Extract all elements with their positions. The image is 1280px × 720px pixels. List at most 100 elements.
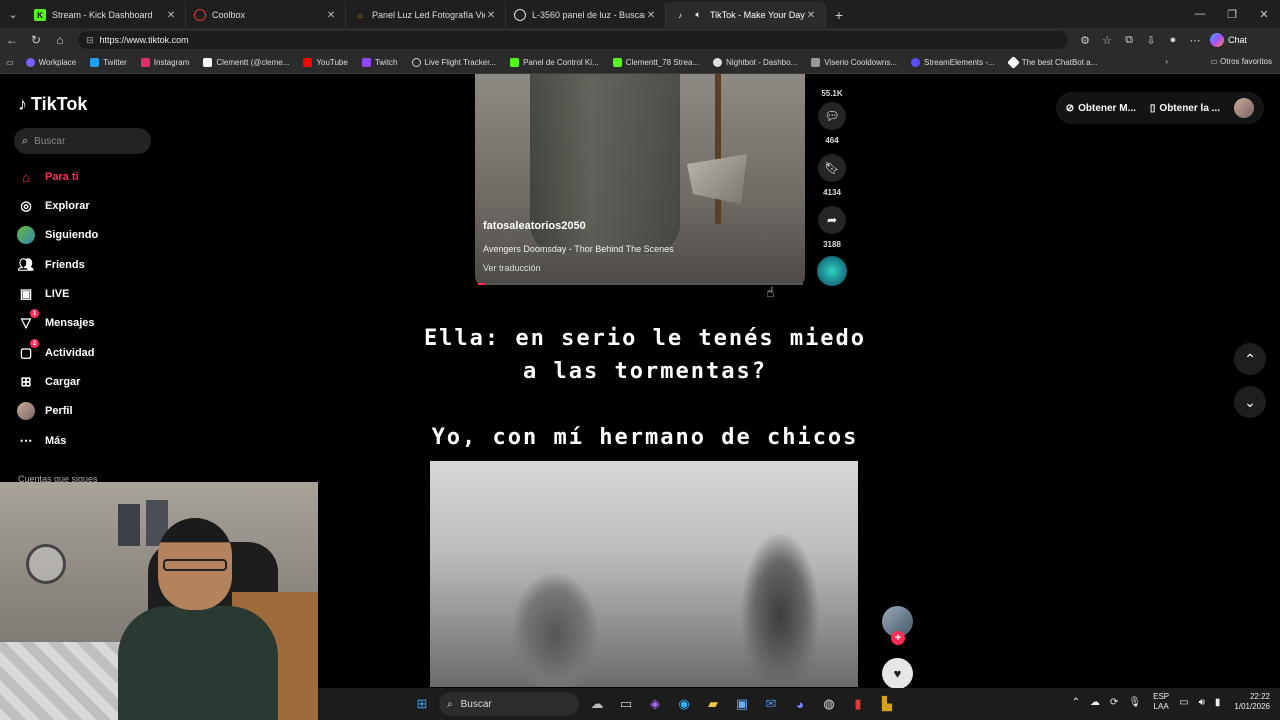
site-info-icon[interactable]: ⊟ [86, 35, 94, 46]
nav-actividad[interactable]: ▢ 2 Actividad [17, 339, 95, 362]
streaming-app-icon[interactable]: ▮ [846, 692, 870, 716]
nav-perfil[interactable]: Perfil [17, 402, 73, 420]
bookmark-streamelements[interactable]: StreamElements -... [911, 58, 995, 67]
tray-overflow-chevron-icon[interactable]: ⌃ [1072, 697, 1080, 708]
downloads-icon[interactable]: ⇩ [1140, 34, 1162, 47]
sync-icon[interactable]: ⟳ [1110, 697, 1118, 708]
bookmark-youtube[interactable]: YouTube [303, 58, 348, 67]
bookmark-clementt[interactable]: Clementt (@cleme... [203, 58, 289, 67]
bookmark-viserio[interactable]: Viserio Cooldowns... [811, 58, 897, 67]
heart-icon[interactable]: ♥ [882, 658, 913, 689]
mail-icon[interactable]: ✉ [759, 692, 783, 716]
bookmarks-list-icon[interactable]: ▭ [6, 58, 14, 67]
tab-tiktok[interactable]: ♪ 🔈︎ TikTok - Make Your Day ✕ [666, 2, 826, 28]
follow-plus-icon[interactable]: + [891, 631, 905, 645]
video-player-current[interactable]: fatosaleatorios2050 Avengers Doomsday - … [475, 74, 805, 285]
save-button[interactable]: 🔖︎ 4134 [812, 154, 852, 197]
taskbar-clock[interactable]: 22:22 1/01/2026 [1234, 692, 1270, 712]
copilot-chat-button[interactable]: Chat [1210, 33, 1247, 47]
bookmarks-overflow-chevron-icon[interactable]: › [1165, 57, 1168, 66]
video-player-next[interactable] [430, 461, 858, 687]
comment-button[interactable]: 💬︎ 464 [812, 102, 852, 145]
nav-siguiendo[interactable]: Siguiendo [17, 226, 98, 244]
folder-icon: ▭ [1210, 57, 1220, 66]
network-icon[interactable]: ▭ [1179, 697, 1188, 708]
nav-friends[interactable]: 👥︎ Friends [17, 256, 85, 274]
profile-icon[interactable]: ● [1162, 34, 1184, 47]
collections-icon[interactable]: ⧉ [1118, 34, 1140, 47]
tab-panel-luz[interactable]: ⌂ Panel Luz Led Fotografía Video Tr... ✕ [346, 2, 506, 28]
video-frame-axe-handle [715, 74, 721, 224]
nav-cargar[interactable]: ⊞ Cargar [17, 373, 81, 391]
back-arrow-icon[interactable]: ← [0, 28, 24, 52]
tiktok-logo[interactable]: ♪ TikTok [18, 94, 87, 115]
microphone-icon[interactable]: 🎙︎ [1128, 697, 1141, 708]
other-favorites-folder[interactable]: ▭ Otros favoritos [1210, 57, 1272, 66]
widgets-icon[interactable]: ☁ [585, 692, 609, 716]
video-overlay-line-3: Yo, con mí hermano de chicos [431, 425, 859, 450]
bookmark-workplace[interactable]: Workplace [25, 58, 76, 67]
copilot-icon[interactable]: ◈ [643, 692, 667, 716]
search-input[interactable]: ⌕ Buscar [14, 128, 151, 154]
refresh-icon[interactable]: ↻ [24, 28, 48, 52]
nav-explorar[interactable]: ◎ Explorar [17, 197, 89, 215]
get-app-button[interactable]: ⊘ Obtener M... [1066, 103, 1136, 114]
more-icon[interactable]: ⋯ [1184, 34, 1206, 47]
windows-start-icon[interactable]: ⊞ [410, 692, 434, 716]
tab-actions-menu-icon[interactable]: ⌄ [0, 0, 26, 28]
store-icon[interactable]: ▣ [730, 692, 754, 716]
pinned-app-icon[interactable]: ▙ [875, 692, 899, 716]
video-author[interactable]: fatosaleatorios2050 [483, 220, 674, 232]
speaker-icon[interactable]: 🔈︎ [692, 9, 704, 21]
tab-coolbox[interactable]: Coolbox ✕ [186, 2, 346, 28]
new-tab-plus-icon[interactable]: + [826, 2, 852, 28]
nav-para-ti[interactable]: ⌂ Para ti [17, 168, 79, 186]
bookmark-nightbot[interactable]: Nightbot - Dashbo... [713, 58, 797, 67]
close-window-icon[interactable]: ✕ [1248, 0, 1280, 28]
bookmark-clementt-stream[interactable]: Clementt_78 Strea... [612, 58, 699, 67]
home-icon[interactable]: ⌂ [48, 28, 72, 52]
obs-icon[interactable]: ◍ [817, 692, 841, 716]
bookmark-chatbot[interactable]: The best ChatBot a... [1006, 56, 1097, 69]
close-icon[interactable]: ✕ [485, 10, 497, 21]
minimize-icon[interactable]: — [1184, 0, 1216, 28]
next-video-chevron-down-icon[interactable]: ⌄ [1234, 386, 1266, 418]
task-view-icon[interactable]: ▭ [614, 692, 638, 716]
previous-video-chevron-up-icon[interactable]: ⌃ [1234, 343, 1266, 375]
taskbar-search[interactable]: ⌕ Buscar [439, 692, 579, 716]
restore-icon[interactable]: ❐ [1216, 0, 1248, 28]
discord-icon[interactable]: ◕ [788, 692, 812, 716]
bookmark-kick-panel[interactable]: Panel de Control Ki... [510, 58, 599, 67]
video-progress-bar[interactable] [478, 283, 803, 285]
close-icon[interactable]: ✕ [165, 10, 177, 21]
onedrive-icon[interactable]: ☁ [1090, 697, 1100, 708]
nav-mas[interactable]: ⋯ Más [17, 432, 67, 450]
tab-kick-dashboard[interactable]: K Stream - Kick Dashboard ✕ [26, 2, 186, 28]
url-field[interactable]: ⊟ https://www.tiktok.com [78, 31, 1068, 49]
see-translation-link[interactable]: Ver traducción [483, 263, 674, 273]
battery-icon[interactable]: ▮ [1215, 697, 1221, 708]
nav-live[interactable]: ▣ LIVE [17, 285, 70, 303]
bookmark-twitter[interactable]: Twitter [90, 58, 127, 67]
windows-taskbar: ⊞ ⌕ Buscar ☁ ▭ ◈ ◉ ▰ ▣ ✉ ◕ ◍ ▮ ▙ ⌃ ☁ ⟳ 🎙︎… [318, 688, 1280, 720]
close-icon[interactable]: ✕ [645, 10, 657, 21]
nav-mensajes[interactable]: ▽ 1 Mensajes [17, 309, 95, 332]
bookmark-instagram[interactable]: Instagram [140, 58, 189, 67]
bookmark-twitch[interactable]: Twitch [361, 58, 398, 67]
language-indicator[interactable]: ESP LAA [1153, 692, 1169, 712]
extensions-icon[interactable]: ⚙ [1074, 34, 1096, 47]
user-avatar[interactable] [1234, 98, 1254, 118]
favorites-icon[interactable]: ☆ [1096, 34, 1118, 47]
url-text: https://www.tiktok.com [99, 35, 189, 45]
tab-google-search[interactable]: L-3560 panel de luz - Buscar con G... ✕ [506, 2, 666, 28]
edge-icon[interactable]: ◉ [672, 692, 696, 716]
bookmark-flight-tracker[interactable]: Live Flight Tracker... [411, 58, 496, 67]
share-button[interactable]: ➦ 3188 [812, 206, 852, 249]
get-desktop-app-button[interactable]: ▯ Obtener la ... [1150, 103, 1220, 114]
file-explorer-icon[interactable]: ▰ [701, 692, 725, 716]
kick-icon [612, 58, 622, 67]
music-disc-icon[interactable] [817, 256, 847, 286]
close-icon[interactable]: ✕ [325, 10, 337, 21]
volume-icon[interactable]: 🔊︎ [1199, 697, 1205, 708]
close-icon[interactable]: ✕ [805, 10, 817, 21]
